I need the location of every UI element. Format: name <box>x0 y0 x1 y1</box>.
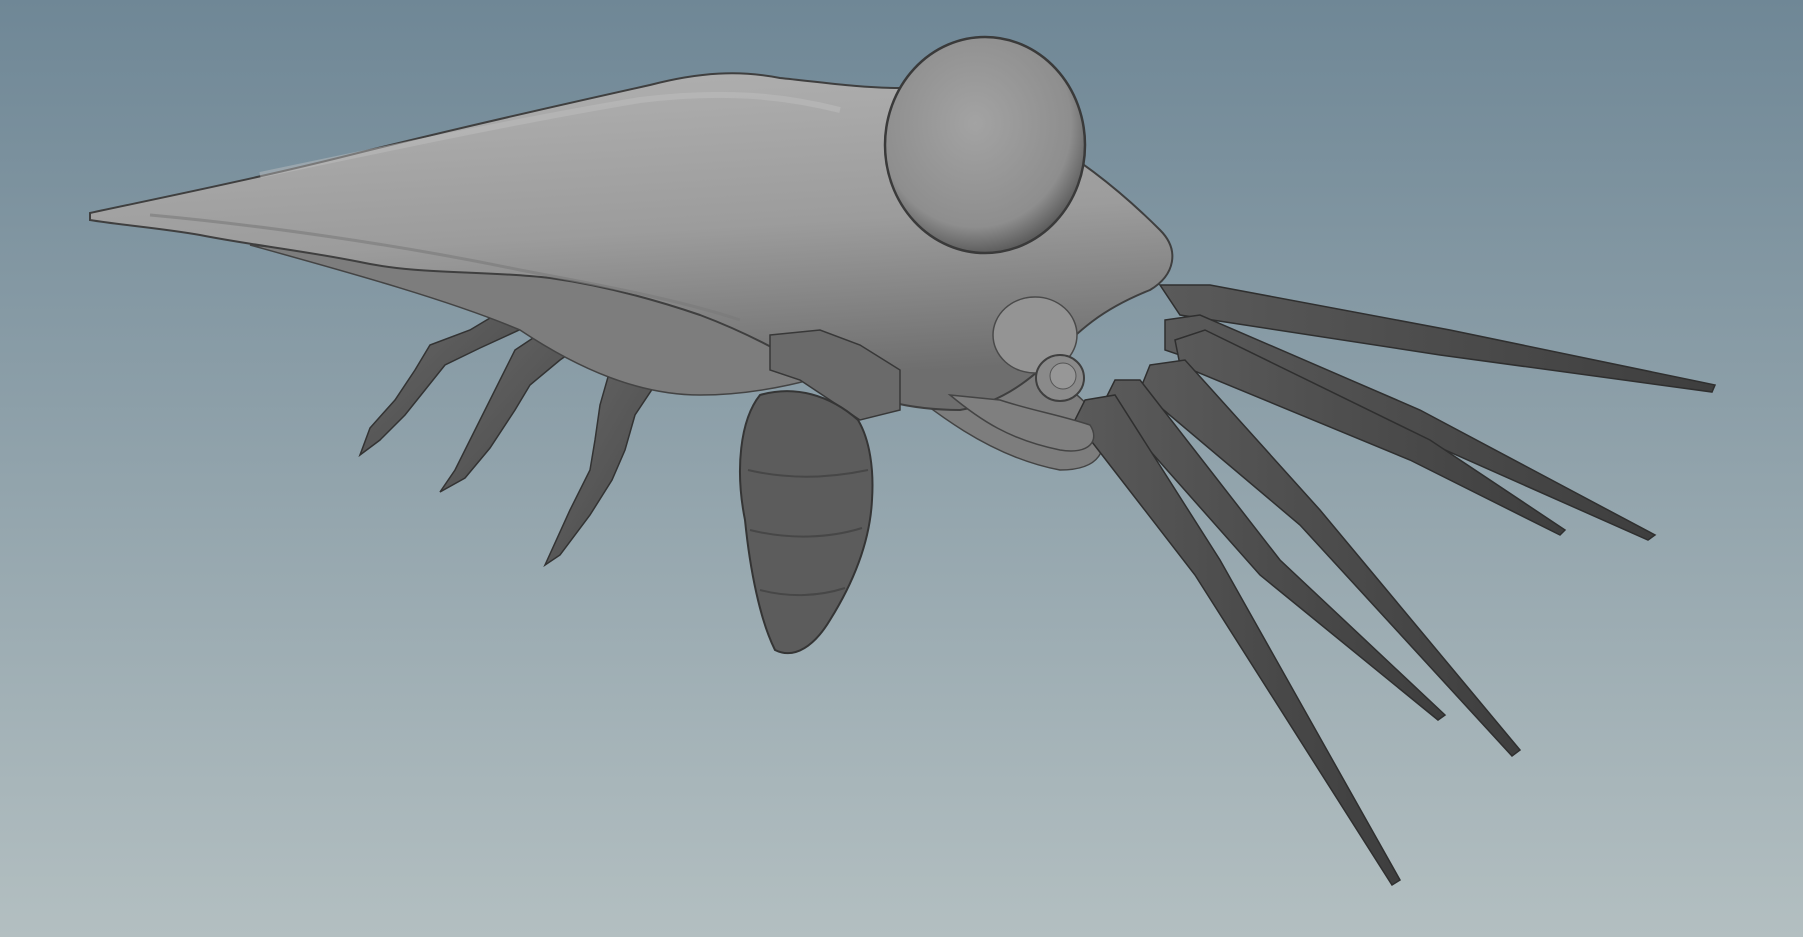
3d-viewport[interactable] <box>0 0 1803 937</box>
eye-dome <box>883 35 1087 255</box>
viewport-canvas[interactable] <box>0 0 1803 937</box>
small-eye-inner <box>1049 362 1077 390</box>
